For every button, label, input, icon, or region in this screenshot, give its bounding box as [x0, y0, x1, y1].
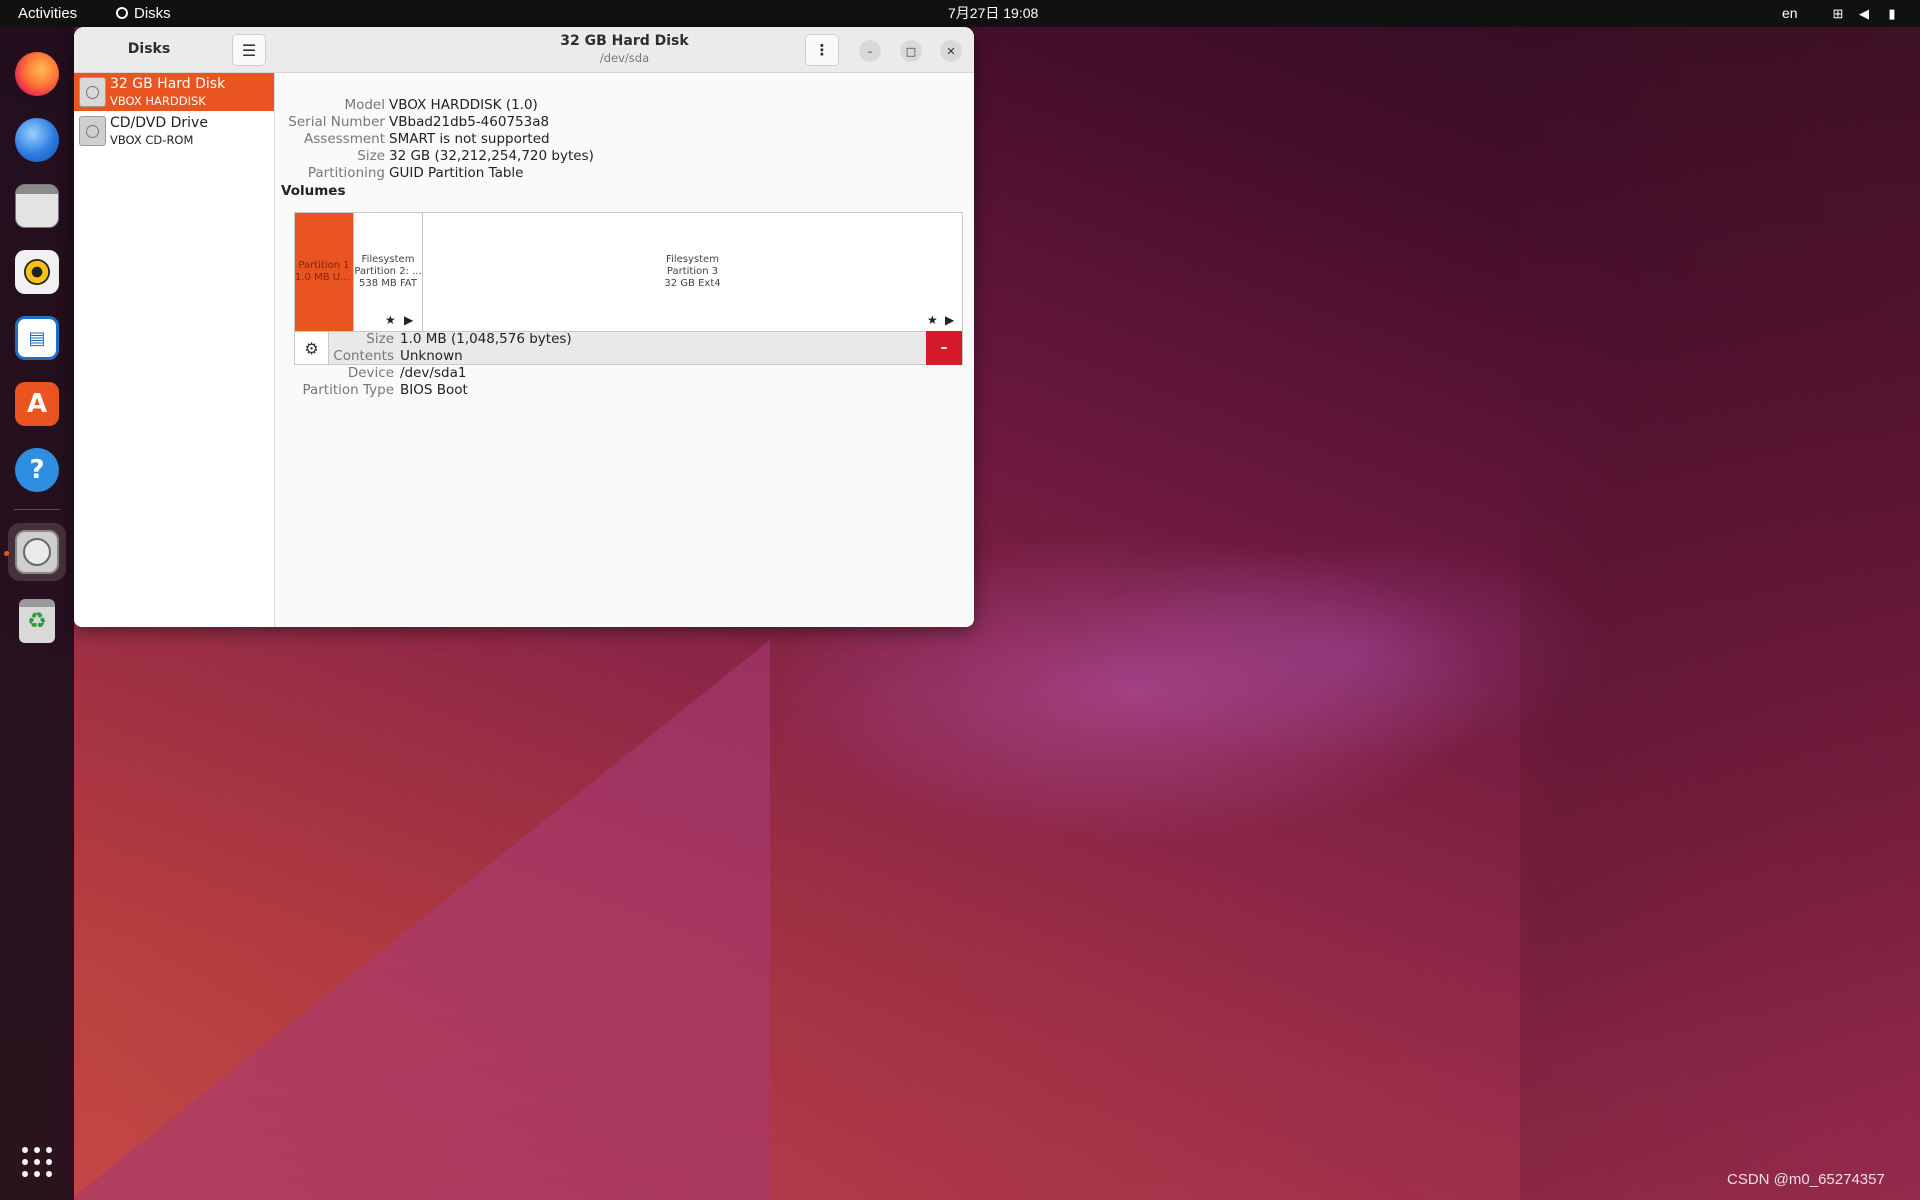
hamburger-menu-button[interactable]: ☰	[232, 34, 266, 66]
mount-play-icon[interactable]: ▶	[404, 313, 413, 327]
partition-1-block[interactable]: Partition 1 1.0 MB Un...	[295, 213, 354, 331]
partition-detail: Partition 2: ...	[354, 266, 422, 277]
partition-label: Partition 1	[298, 260, 350, 271]
partition-type-row: Partition Type BIOS Boot	[275, 382, 974, 399]
partition-contents-label: Contents	[333, 348, 394, 364]
partition-detail: Partition 3	[666, 266, 719, 277]
dock-trash[interactable]: ♻	[11, 595, 63, 647]
disk-model: VBOX HARDDISK	[110, 94, 206, 108]
thunderbird-icon	[15, 118, 59, 162]
assessment-row: Assessment SMART is not supported	[275, 131, 974, 148]
dock-help[interactable]: ?	[11, 444, 63, 496]
partition-size: 538 MB FAT	[359, 278, 417, 289]
disks-window: Disks ☰ 32 GB Hard Disk VBOX HARDDISK CD…	[74, 27, 974, 627]
partition-size: 32 GB Ext4	[664, 278, 721, 289]
assessment-value: SMART is not supported	[389, 131, 550, 147]
size-row: Size 32 GB (32,212,254,720 bytes)	[275, 148, 974, 165]
partition-contents-value: Unknown	[400, 348, 463, 364]
volume-map: Partition 1 1.0 MB Un... Filesystem Part…	[294, 212, 963, 332]
dock: ▤ A ? ♻	[0, 27, 74, 1200]
serial-row: Serial Number VBbad21db5-460753a8	[275, 114, 974, 131]
software-icon: A	[15, 382, 59, 426]
help-icon: ?	[15, 448, 59, 492]
network-icon[interactable]: ⊞	[1830, 0, 1846, 27]
libreoffice-writer-icon: ▤	[15, 316, 59, 360]
dock-firefox[interactable]	[11, 48, 63, 100]
sidebar: Disks ☰ 32 GB Hard Disk VBOX HARDDISK CD…	[74, 27, 275, 627]
model-label: Model	[344, 97, 385, 113]
partition-type-value: BIOS Boot	[400, 382, 468, 398]
mount-play-icon[interactable]: ▶	[945, 313, 954, 327]
mount-star-icon[interactable]: ★	[385, 313, 396, 327]
model-row: Model VBOX HARDDISK (1.0)	[275, 97, 974, 114]
watermark: CSDN @m0_65274357	[1727, 1171, 1885, 1188]
partitioning-value: GUID Partition Table	[389, 165, 524, 181]
clock[interactable]: 7月27日 19:08	[948, 0, 1038, 27]
partition-type-label: Partition Type	[302, 382, 394, 398]
partition-device-value: /dev/sda1	[400, 365, 467, 381]
app-menu-label: Disks	[134, 5, 171, 22]
minimize-button[interactable]: –	[859, 40, 881, 62]
dock-writer[interactable]: ▤	[11, 312, 63, 364]
partition-size-label: Size	[366, 331, 394, 347]
sidebar-header: Disks ☰	[74, 27, 275, 73]
maximize-button[interactable]: □	[900, 40, 922, 62]
disk-item-cd-dvd[interactable]: CD/DVD Drive VBOX CD-ROM	[74, 112, 274, 150]
disk-name: 32 GB Hard Disk	[110, 76, 226, 92]
size-value: 32 GB (32,212,254,720 bytes)	[389, 148, 594, 164]
mount-star-icon[interactable]: ★	[927, 313, 938, 327]
header-bar: 32 GB Hard Disk /dev/sda ⋮ – □ ✕	[275, 27, 974, 73]
drive-content: Model VBOX HARDDISK (1.0) Serial Number …	[275, 73, 974, 627]
firefox-icon	[15, 52, 59, 96]
disks-app-icon	[116, 7, 128, 19]
model-value: VBOX HARDDISK (1.0)	[389, 97, 538, 113]
hard-disk-icon	[79, 77, 106, 107]
app-menu[interactable]: Disks	[116, 0, 171, 27]
partitioning-label: Partitioning	[307, 165, 385, 181]
activities-button[interactable]: Activities	[18, 0, 77, 27]
input-language-indicator[interactable]: en	[1782, 0, 1798, 27]
rhythmbox-icon	[15, 250, 59, 294]
disks-icon	[15, 530, 59, 574]
partition-size-value: 1.0 MB (1,048,576 bytes)	[400, 331, 572, 347]
partition-device-label: Device	[347, 365, 394, 381]
serial-label: Serial Number	[288, 114, 385, 130]
battery-icon[interactable]: ▮	[1884, 0, 1900, 27]
volumes-heading: Volumes	[281, 183, 346, 199]
wallpaper-shape	[60, 940, 1920, 1200]
serial-value: VBbad21db5-460753a8	[389, 114, 550, 130]
optical-drive-icon	[79, 116, 106, 146]
show-apps-icon[interactable]	[20, 1145, 54, 1179]
partition-3-block[interactable]: Filesystem Partition 3 32 GB Ext4 ★ ▶	[423, 213, 962, 331]
assessment-label: Assessment	[304, 131, 385, 147]
files-icon	[15, 184, 59, 228]
dock-software[interactable]: A	[11, 378, 63, 430]
sidebar-title: Disks	[127, 41, 171, 57]
dock-rhythmbox[interactable]	[11, 246, 63, 298]
disk-name: CD/DVD Drive	[110, 115, 208, 131]
partition-device-row: Device /dev/sda1	[275, 365, 974, 382]
partitioning-row: Partitioning GUID Partition Table	[275, 165, 974, 182]
close-button[interactable]: ✕	[940, 40, 962, 62]
partition-contents-row: Contents Unknown	[275, 348, 974, 365]
trash-icon: ♻	[19, 599, 55, 643]
volume-icon[interactable]: ◀	[1856, 0, 1872, 27]
dock-separator	[14, 509, 60, 510]
dock-thunderbird[interactable]	[11, 114, 63, 166]
size-label: Size	[357, 148, 385, 164]
partition-label: Filesystem	[666, 254, 719, 265]
dock-disks[interactable]	[8, 523, 66, 581]
drive-options-button[interactable]: ⋮	[805, 34, 839, 66]
dock-files[interactable]	[11, 180, 63, 232]
partition-size-row: Size 1.0 MB (1,048,576 bytes)	[275, 331, 974, 348]
partition-detail: 1.0 MB Un...	[295, 272, 353, 283]
top-bar: Activities Disks 7月27日 19:08 en ⊞ ◀ ▮	[0, 0, 1920, 27]
disk-model: VBOX CD-ROM	[110, 133, 194, 147]
partition-2-block[interactable]: Filesystem Partition 2: ... 538 MB FAT ★…	[354, 213, 423, 331]
disk-item-hard-disk[interactable]: 32 GB Hard Disk VBOX HARDDISK	[74, 73, 274, 111]
partition-label: Filesystem	[361, 254, 415, 265]
